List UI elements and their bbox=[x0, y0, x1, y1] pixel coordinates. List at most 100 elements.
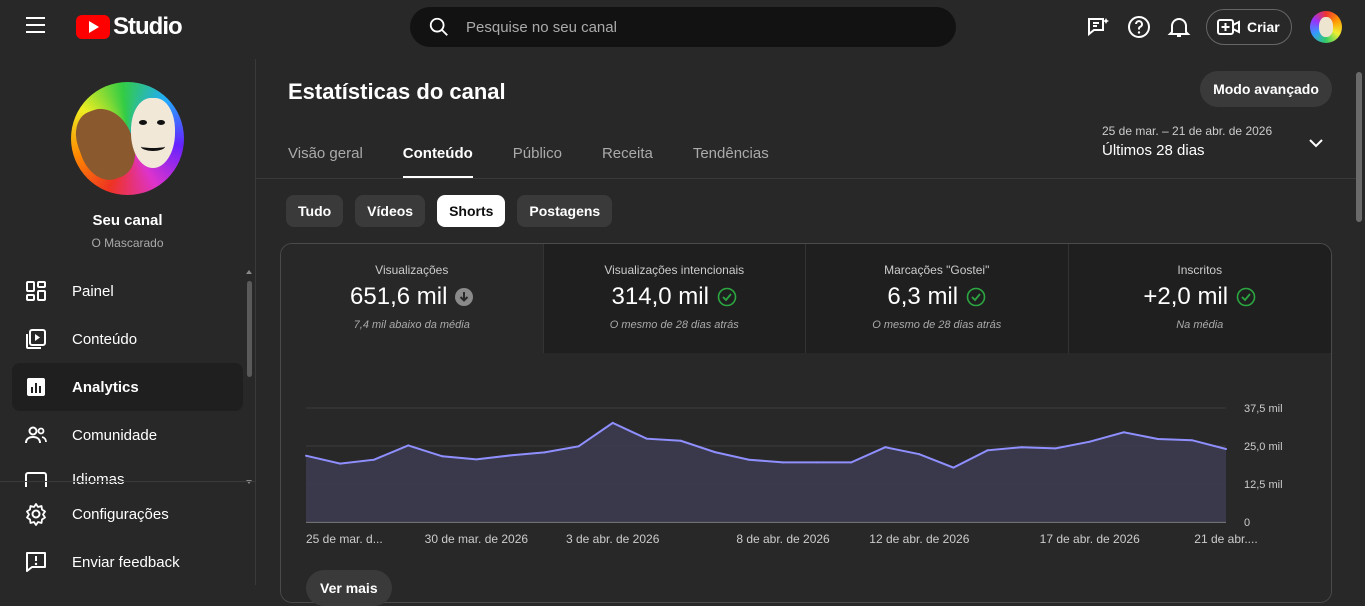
metric-label: Visualizações intencionais bbox=[604, 263, 745, 277]
sidebar-item-painel[interactable]: Painel bbox=[12, 267, 243, 315]
metric-value: 651,6 mil bbox=[350, 283, 448, 310]
arrow-down-circle-icon bbox=[455, 288, 474, 306]
tab-tendencias[interactable]: Tendências bbox=[693, 130, 769, 179]
sidebar-item-label: Conteúdo bbox=[72, 330, 138, 348]
youtube-logo-icon bbox=[76, 15, 110, 39]
x-tick-label: 12 de abr. de 2026 bbox=[869, 532, 969, 546]
x-tick-label: 25 de mar. d... bbox=[306, 532, 383, 546]
data-point bbox=[986, 449, 989, 452]
sidebar-item-feedback[interactable]: Enviar feedback bbox=[12, 538, 243, 586]
chart-area: 0 12,5 mil 25,0 mil 37,5 mil 25 de mar. d...… bbox=[281, 353, 1332, 603]
tab-publico[interactable]: Público bbox=[513, 130, 562, 179]
chip-postagens[interactable]: Postagens bbox=[517, 195, 613, 227]
data-point bbox=[1122, 431, 1125, 434]
main-scroll-thumb[interactable] bbox=[1356, 72, 1362, 222]
studio-logo[interactable]: Studio bbox=[76, 13, 183, 41]
gear-icon bbox=[26, 503, 46, 526]
metric-note: O mesmo de 28 dias atrás bbox=[872, 319, 1002, 331]
sidebar-item-analytics[interactable]: Analytics bbox=[12, 363, 243, 411]
tab-receita[interactable]: Receita bbox=[602, 130, 653, 179]
notifications-icon[interactable] bbox=[1166, 14, 1192, 40]
x-tick-label: 17 de abr. de 2026 bbox=[1040, 532, 1140, 546]
metric-engaged-views[interactable]: Visualizações intencionais 314,0 mil O m… bbox=[543, 244, 806, 353]
data-point bbox=[475, 458, 478, 461]
channel-name: Seu canal bbox=[92, 212, 163, 229]
metric-note: Na média bbox=[1176, 319, 1224, 331]
data-point bbox=[509, 454, 512, 457]
top-bar: Studio Criar bbox=[0, 0, 1365, 55]
advanced-mode-button[interactable]: Modo avançado bbox=[1200, 71, 1332, 107]
check-circle-icon bbox=[1236, 287, 1256, 307]
help-icon[interactable] bbox=[1126, 14, 1152, 40]
data-point bbox=[952, 466, 955, 469]
logo-text: Studio bbox=[113, 13, 183, 40]
y-tick-label: 37,5 mil bbox=[1244, 403, 1283, 415]
data-point bbox=[339, 462, 342, 465]
chip-shorts[interactable]: Shorts bbox=[437, 195, 506, 227]
sidebar-item-label: Analytics bbox=[72, 378, 139, 396]
chip-tudo[interactable]: Tudo bbox=[286, 195, 344, 227]
data-point bbox=[407, 444, 410, 447]
metrics-card: Visualizações 651,6 mil 7,4 mil abaixo d… bbox=[280, 243, 1332, 603]
comments-icon[interactable] bbox=[1086, 14, 1112, 40]
metric-subscribers[interactable]: Inscritos +2,0 mil Na média bbox=[1068, 244, 1331, 353]
content-icon bbox=[26, 329, 46, 349]
date-period-label[interactable]: Últimos 28 dias bbox=[1102, 142, 1205, 159]
y-tick-label: 12,5 mil bbox=[1244, 479, 1283, 491]
x-tick-label: 21 de abr.... bbox=[1194, 532, 1257, 546]
x-tick-label: 30 de mar. de 2026 bbox=[425, 532, 529, 546]
data-point bbox=[1156, 438, 1159, 440]
data-point bbox=[850, 461, 853, 464]
create-label: Criar bbox=[1247, 19, 1280, 35]
data-point bbox=[543, 451, 546, 454]
sidebar-item-conteudo[interactable]: Conteúdo bbox=[12, 315, 243, 363]
analytics-tabs: Visão geral Conteúdo Público Receita Ten… bbox=[288, 130, 809, 179]
account-avatar[interactable] bbox=[1310, 11, 1342, 43]
metric-value: 6,3 mil bbox=[887, 283, 959, 310]
data-point bbox=[441, 455, 444, 458]
data-point bbox=[884, 446, 887, 449]
see-more-button[interactable]: Ver mais bbox=[306, 570, 392, 606]
date-range[interactable]: 25 de mar. – 21 de abr. de 2026 bbox=[1102, 124, 1272, 138]
sidebar-item-label: Comunidade bbox=[72, 426, 158, 444]
add-video-icon bbox=[1217, 19, 1240, 35]
check-circle-icon bbox=[966, 287, 986, 307]
metric-value: +2,0 mil bbox=[1143, 283, 1229, 310]
search-bar[interactable] bbox=[410, 7, 956, 47]
search-input[interactable] bbox=[466, 18, 906, 36]
x-tick-label: 3 de abr. de 2026 bbox=[566, 532, 660, 546]
scroll-up-icon[interactable] bbox=[245, 269, 253, 275]
sidebar-scroll-thumb[interactable] bbox=[247, 281, 252, 377]
sidebar-scrollbar[interactable] bbox=[245, 269, 253, 485]
data-point bbox=[782, 461, 784, 464]
sidebar-item-configuracoes[interactable]: Configurações bbox=[12, 490, 243, 538]
data-point bbox=[577, 445, 580, 448]
sidebar-item-comunidade[interactable]: Comunidade bbox=[12, 411, 243, 459]
metric-note: 7,4 mil abaixo da média bbox=[353, 319, 470, 331]
data-point bbox=[1225, 448, 1227, 450]
chevron-down-icon[interactable] bbox=[1307, 134, 1325, 152]
channel-avatar[interactable] bbox=[71, 82, 184, 195]
data-point bbox=[1088, 440, 1091, 443]
tab-conteudo[interactable]: Conteúdo bbox=[402, 130, 473, 179]
data-point bbox=[816, 461, 819, 464]
tab-visao-geral[interactable]: Visão geral bbox=[288, 130, 363, 179]
create-button[interactable]: Criar bbox=[1206, 9, 1292, 45]
metric-tabs: Visualizações 651,6 mil 7,4 mil abaixo d… bbox=[281, 244, 1331, 353]
sidebar-item-label: Configurações bbox=[72, 505, 169, 523]
chip-videos[interactable]: Vídeos bbox=[355, 195, 426, 227]
sidebar-nav: Painel Conteúdo Analytics Comunidade Idi… bbox=[12, 267, 243, 487]
views-area bbox=[306, 422, 1226, 522]
views-chart[interactable]: 0 12,5 mil 25,0 mil 37,5 mil 25 de mar. d...… bbox=[281, 353, 1332, 603]
metric-likes[interactable]: Marcações "Gostei" 6,3 mil O mesmo de 28… bbox=[806, 244, 1069, 353]
y-tick-label: 25,0 mil bbox=[1244, 441, 1283, 453]
data-point bbox=[713, 451, 716, 454]
analytics-icon bbox=[27, 378, 45, 396]
check-circle-icon bbox=[717, 287, 737, 307]
dashboard-icon bbox=[26, 281, 46, 301]
metric-views[interactable]: Visualizações 651,6 mil 7,4 mil abaixo d… bbox=[281, 244, 544, 353]
tabs-divider bbox=[256, 178, 1357, 179]
metric-label: Marcações "Gostei" bbox=[884, 263, 990, 277]
sidebar-item-label: Enviar feedback bbox=[72, 553, 180, 571]
menu-icon[interactable] bbox=[26, 17, 48, 37]
